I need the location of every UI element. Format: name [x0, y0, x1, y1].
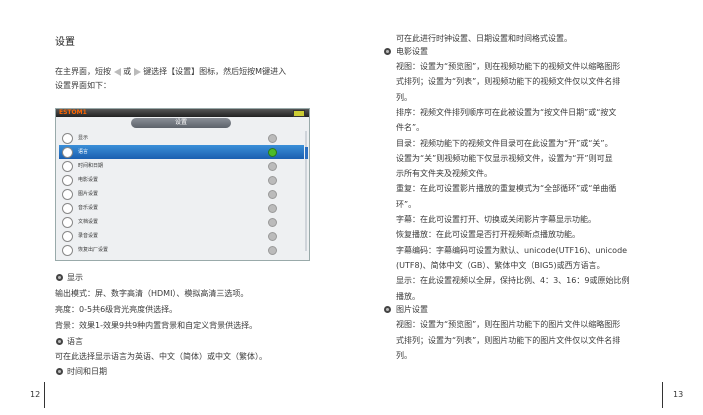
picture-text-line: 视图：设置为“预览图”，则在图片功能下的图片文件以缩略图形 [396, 320, 621, 329]
page-number-left: 12 [30, 390, 41, 399]
display-line: 输出模式：屏、数字高清（HDMI）、模拟高清三选项。 [55, 289, 249, 298]
movie-text-line: 件名”。 [396, 123, 425, 133]
checkmark-icon [268, 134, 277, 143]
bullet-icon [56, 274, 63, 281]
bullet-icon [384, 48, 391, 55]
menu-item-label: 时间和日期 [78, 163, 104, 169]
settings-menu-item: 图片设置 [59, 187, 304, 201]
movie-text-line: 恢复播放：在此可设置是否打开视频断点播放功能。 [396, 230, 580, 240]
settings-menu-item: 语言 [59, 145, 304, 159]
display-line: 背景：效果1-效果9共9种内置背景和自定义背景供选择。 [55, 321, 258, 330]
settings-menu-item: 音乐设置 [59, 201, 304, 215]
menu-item-icon [62, 147, 73, 158]
page-number-right: 13 [673, 390, 684, 399]
movie-heading: 电影设置 [396, 47, 428, 56]
intro-text-1: 在主界面，短按 [55, 67, 111, 76]
settings-menu-item: 录音设置 [59, 229, 304, 243]
intro-text-2: 或 [123, 67, 132, 76]
language-line: 可在此选择显示语言为英语、中文（简体）或中文（繁体）。 [55, 352, 267, 361]
menu-item-label: 音乐设置 [78, 205, 99, 211]
brand-logo: ESTOM1 [59, 109, 87, 116]
bullet-icon [384, 306, 391, 313]
menu-item-label: 语言 [78, 149, 89, 155]
intro-paragraph: 在主界面，短按 或 键选择【设置】图标，然后短按M键进入 [55, 67, 286, 77]
page-title: 设置 [55, 37, 75, 48]
settings-menu-item: 时间和日期 [59, 159, 304, 173]
bullet-icon [56, 368, 63, 375]
menu-item-label: 恢复出厂设置 [78, 247, 109, 253]
checkmark-icon [268, 232, 277, 241]
movie-text-line: 设置为“关”则视频功能下仅显示视频文件，设置为“开”则可显 [396, 153, 613, 163]
checkmark-icon [268, 246, 277, 255]
menu-item-label: 电影设置 [78, 177, 99, 183]
checkmark-icon [268, 190, 277, 199]
menu-item-icon [62, 217, 73, 228]
menu-item-label: 录音设置 [78, 233, 99, 239]
settings-menu-item: 文档设置 [59, 215, 304, 229]
menu-item-label: 文档设置 [78, 219, 99, 225]
menu-item-label: 图片设置 [78, 191, 99, 197]
language-heading: 语言 [67, 337, 83, 346]
picture-text-line: 式排列；设置为“列表”，则图片功能下的图片文件仅以文件名排 [396, 335, 621, 345]
movie-text-line: 列。 [396, 92, 412, 102]
movie-text-line: 排序：视频文件排列顺序可在此被设置为“按文件日期”或“按文 [396, 107, 617, 117]
checkmark-icon [268, 176, 277, 185]
menu-item-icon [62, 203, 73, 214]
menu-item-icon [62, 161, 73, 172]
left-arrow-icon [113, 67, 121, 76]
battery-icon [293, 110, 305, 117]
page-margin-rule [44, 382, 45, 408]
settings-screenshot: ESTOM1 设置 显示语言时间和日期电影设置图片设置音乐设置文档设置录音设置恢… [55, 108, 310, 261]
menu-item-icon [62, 245, 73, 256]
picture-heading: 图片设置 [396, 305, 428, 314]
scrollbar-thumb [305, 147, 308, 159]
checkmark-icon [268, 148, 277, 157]
movie-text-line: 重复：在此可设置影片播放的重复模式为“全部循环”或“单曲循 [396, 184, 617, 194]
settings-menu-item: 恢复出厂设置 [59, 243, 304, 257]
menu-item-icon [62, 133, 73, 144]
display-line: 亮度：0-5共6级背光亮度供选择。 [55, 305, 178, 314]
movie-text-line: 字幕：在此可设置打开、切换或关闭影片字幕显示功能。 [396, 215, 596, 224]
movie-text-line: 播放。 [396, 291, 420, 301]
screenshot-status-bar [56, 109, 309, 117]
menu-item-icon [62, 189, 73, 200]
intro-line-2: 设置界面如下： [55, 81, 111, 90]
movie-text-line: 示所有文件夹及视频文件。 [396, 169, 492, 179]
checkmark-icon [268, 162, 277, 171]
movie-text-line: 显示：在此设置视频以全屏，保持比例、4：3、16：9或原始比例 [396, 276, 630, 286]
right-arrow-icon [133, 67, 141, 76]
menu-item-icon [62, 231, 73, 242]
datetime-intro: 可在此进行时钟设置、日期设置和时间格式设置。 [396, 34, 572, 43]
movie-text-line: 环”。 [396, 199, 417, 209]
movie-text-line: 视图：设置为“预览图”，则在视频功能下的视频文件以缩略图形 [396, 62, 621, 71]
datetime-heading: 时间和日期 [67, 367, 107, 376]
settings-menu-item: 显示 [59, 131, 304, 145]
page-margin-rule [662, 382, 663, 408]
menu-item-icon [62, 175, 73, 186]
movie-text-line: (UTF8)、简体中文（GB）、繁体中文（BIG5)或西方语言。 [396, 260, 605, 270]
checkmark-icon [268, 218, 277, 227]
movie-text-line: 目录：视频功能下的视频文件目录可在此设置为“开”或“关”。 [396, 138, 613, 148]
menu-item-label: 显示 [78, 135, 89, 141]
movie-text-line: 式排列；设置为“列表”，则视频功能下的视频文件仅以文件名排 [396, 77, 621, 87]
bullet-icon [56, 338, 63, 345]
screenshot-tab-title: 设置 [131, 118, 231, 128]
display-heading: 显示 [67, 273, 83, 282]
picture-text-line: 列。 [396, 351, 412, 360]
settings-menu-item: 电影设置 [59, 173, 304, 187]
checkmark-icon [268, 204, 277, 213]
movie-text-line: 字幕编码：字幕编码可设置为默认、unicode(UTF16)、unicode [396, 245, 628, 255]
intro-text-3: 键选择【设置】图标，然后短按M键进入 [143, 67, 287, 76]
